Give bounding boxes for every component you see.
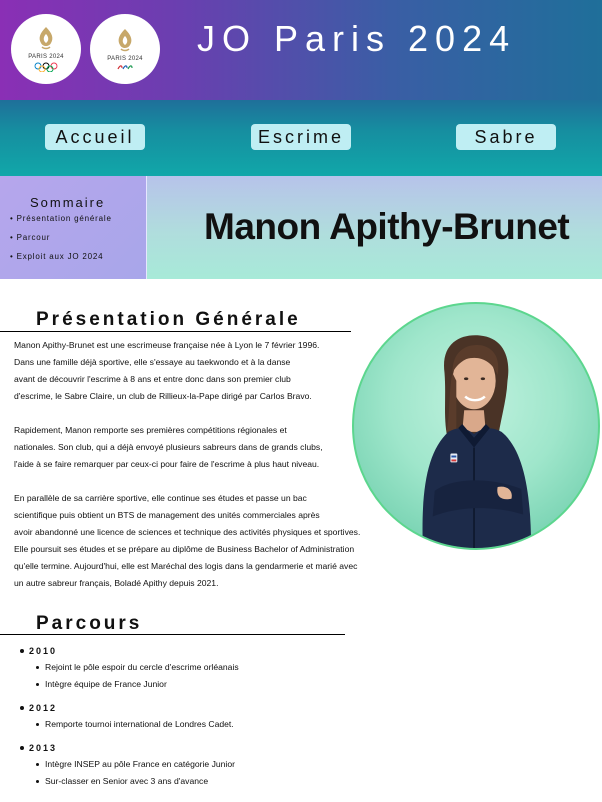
presentation-heading: Présentation Générale bbox=[36, 309, 301, 330]
event-list: Intègre INSEP au pôle France en catégori… bbox=[20, 756, 239, 790]
text-line: scientifique puis obtient un BTS de mana… bbox=[14, 510, 320, 520]
summary-panel: Sommaire • Présentation générale • Parco… bbox=[0, 176, 147, 279]
agitos-icon bbox=[117, 64, 133, 71]
main-nav: Accueil Escrime Sabre bbox=[0, 100, 602, 176]
text-line: avoir abandonné une licence de sciences … bbox=[14, 527, 361, 537]
text-line: En parallèle de sa carrière sportive, el… bbox=[14, 493, 307, 503]
event-item: Remporte tournoi international de Londre… bbox=[36, 716, 239, 733]
year-item: 2013 Intègre INSEP au pôle France en cat… bbox=[20, 740, 239, 790]
presentation-paragraph: Manon Apithy-Brunet est une escrimeuse f… bbox=[14, 337, 399, 405]
event-list: Remporte tournoi international de Londre… bbox=[20, 716, 239, 733]
site-title: JO Paris 2024 bbox=[197, 18, 517, 59]
event-item: Rejoint le pôle espoir du cercle d'escri… bbox=[36, 659, 239, 676]
flame-icon bbox=[114, 28, 136, 54]
athlete-photo bbox=[352, 302, 600, 550]
year-label: 2010 bbox=[20, 643, 239, 659]
summary-item: • Exploit aux JO 2024 bbox=[10, 252, 104, 261]
text-line: nationales. Son club, qui a déjà envoyé … bbox=[14, 442, 323, 452]
text-line: Manon Apithy-Brunet est une escrimeuse f… bbox=[14, 340, 320, 350]
year-label: 2012 bbox=[20, 700, 239, 716]
text-line: Dans une famille déjà sportive, elle s'e… bbox=[14, 357, 291, 367]
flame-icon bbox=[35, 26, 57, 52]
parcours-list: 2010 Rejoint le pôle espoir du cercle d'… bbox=[20, 643, 239, 790]
paralympic-logo[interactable]: PARIS 2024 bbox=[90, 14, 160, 84]
event-item: Sur-classer en Senior avec 3 ans d'avanc… bbox=[36, 773, 239, 790]
athlete-portrait-illustration bbox=[422, 335, 532, 548]
event-list: Rejoint le pôle espoir du cercle d'escri… bbox=[20, 659, 239, 693]
presentation-paragraph: En parallèle de sa carrière sportive, el… bbox=[14, 490, 399, 592]
athlete-name-banner: Manon Apithy-Brunet bbox=[147, 176, 602, 279]
summary-title: Sommaire bbox=[30, 195, 106, 210]
text-line: l'aide à se faire remarquer par ceux-ci … bbox=[14, 459, 320, 469]
nav-escrime-button[interactable]: Escrime bbox=[251, 124, 351, 150]
section-divider bbox=[0, 331, 351, 332]
logo-text: PARIS 2024 bbox=[107, 55, 143, 62]
text-line: d'escrime, le Sabre Claire, un club de R… bbox=[14, 391, 312, 401]
event-item: Intègre INSEP au pôle France en catégori… bbox=[36, 756, 239, 773]
section-divider bbox=[0, 634, 345, 635]
text-line: Elle poursuit ses études et se prépare a… bbox=[14, 544, 355, 554]
olympic-logo[interactable]: PARIS 2024 bbox=[11, 14, 81, 84]
presentation-paragraph: Rapidement, Manon remporte ses premières… bbox=[14, 422, 399, 473]
summary-link-exploit[interactable]: Exploit aux JO 2024 bbox=[17, 252, 104, 261]
summary-item: • Présentation générale bbox=[10, 214, 112, 223]
event-item: Intègre équipe de France Junior bbox=[36, 676, 239, 693]
year-label: 2013 bbox=[20, 740, 239, 756]
nav-sabre-button[interactable]: Sabre bbox=[456, 124, 556, 150]
year-item: 2010 Rejoint le pôle espoir du cercle d'… bbox=[20, 643, 239, 693]
year-item: 2012 Remporte tournoi international de L… bbox=[20, 700, 239, 733]
text-line: qu'elle termine. Aujourd'hui, elle est M… bbox=[14, 561, 358, 571]
site-header: PARIS 2024 PARIS 2024 JO Paris 2024 bbox=[0, 0, 602, 100]
summary-item: • Parcour bbox=[10, 233, 51, 242]
nav-accueil-button[interactable]: Accueil bbox=[45, 124, 145, 150]
summary-link-parcour[interactable]: Parcour bbox=[17, 233, 51, 242]
text-line: avant de découvrir l'escrime à 8 ans et … bbox=[14, 374, 291, 384]
athlete-name: Manon Apithy-Brunet bbox=[204, 206, 570, 247]
summary-list: • Présentation générale • Parcour • Expl… bbox=[10, 213, 112, 270]
text-line: Rapidement, Manon remporte ses premières… bbox=[14, 425, 287, 435]
summary-link-presentation[interactable]: Présentation générale bbox=[17, 214, 112, 223]
olympic-rings-icon bbox=[33, 62, 59, 72]
logo-text: PARIS 2024 bbox=[28, 54, 64, 60]
text-line: un autre sabreur français, Boladé Apithy… bbox=[14, 578, 219, 588]
parcours-heading: Parcours bbox=[36, 613, 143, 634]
